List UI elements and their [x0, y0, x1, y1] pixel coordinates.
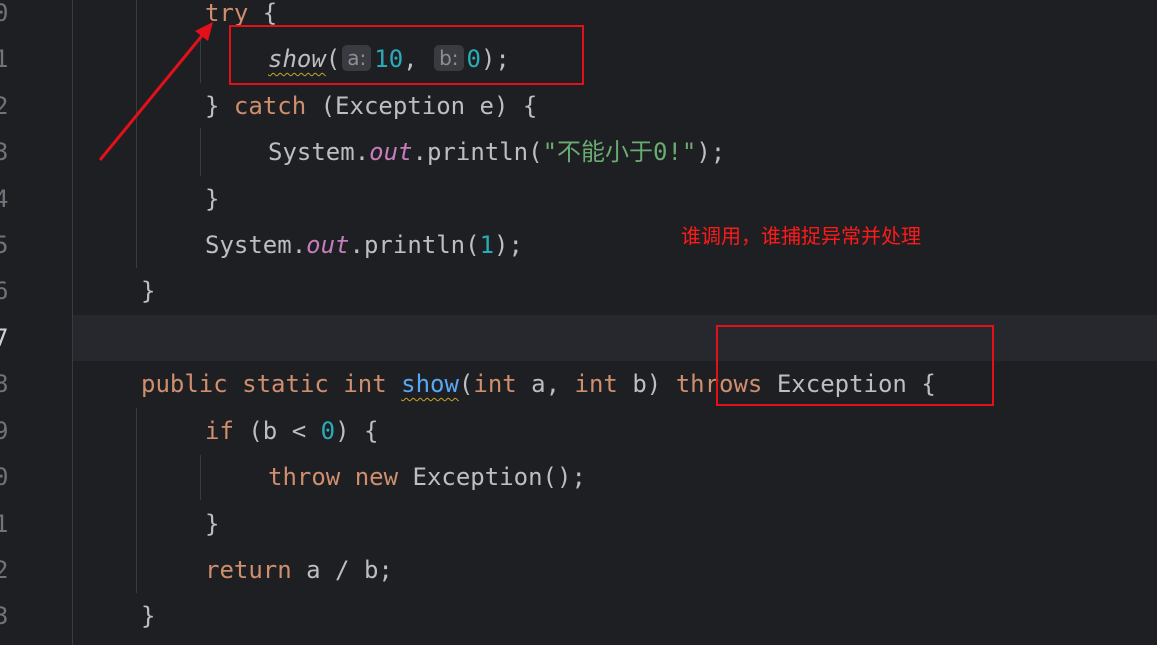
annotation-note: 谁调用，谁捕捉异常并处理 [681, 224, 921, 248]
annotation-arrow-icon [98, 22, 213, 161]
